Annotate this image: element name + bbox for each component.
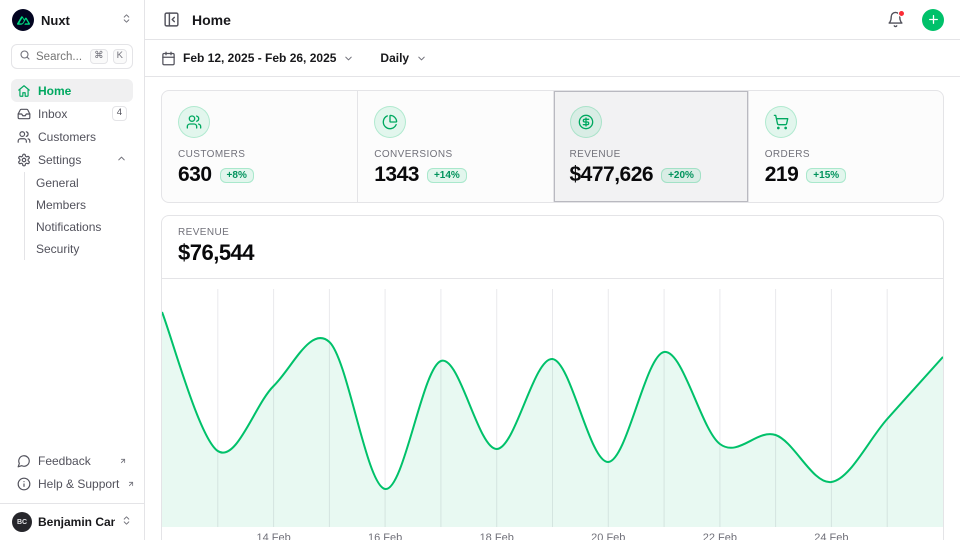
cart-icon xyxy=(773,114,789,130)
stat-label: CONVERSIONS xyxy=(374,149,536,160)
stat-delta-badge: +14% xyxy=(427,168,467,183)
users-icon xyxy=(17,130,31,144)
stats-row: CUSTOMERS 630 +8% CONVERSIONS 1343 +14% xyxy=(161,90,944,203)
sidebar-item-label: Customers xyxy=(38,130,127,144)
sidebar-item-customers[interactable]: Customers xyxy=(11,125,133,148)
chat-bubble-icon xyxy=(17,454,31,468)
svg-text:16 Feb: 16 Feb xyxy=(368,532,402,540)
page-title: Home xyxy=(192,12,875,28)
svg-text:18 Feb: 18 Feb xyxy=(480,532,514,540)
granularity-value: Daily xyxy=(380,51,409,65)
chart-value: $76,544 xyxy=(178,240,927,266)
sidebar-item-members[interactable]: Members xyxy=(34,194,133,216)
stat-label: CUSTOMERS xyxy=(178,149,341,160)
inbox-icon xyxy=(17,107,31,121)
plus-icon xyxy=(927,13,940,26)
users-icon xyxy=(186,114,202,130)
user-name: Benjamin Canac xyxy=(38,515,115,529)
kbd-cmd: ⌘ xyxy=(90,49,108,63)
stat-delta-badge: +20% xyxy=(661,168,701,183)
add-button[interactable] xyxy=(922,9,944,31)
stat-card-revenue[interactable]: REVENUE $477,626 +20% xyxy=(553,91,748,202)
sidebar-item-general[interactable]: General xyxy=(34,172,133,194)
main-area: Home Feb 12, 2025 - Feb 26, 2025 Daily xyxy=(145,0,960,540)
panel-left-close-icon xyxy=(163,11,180,28)
page-header: Home xyxy=(145,0,960,40)
stat-value: 1343 xyxy=(374,163,419,187)
chevron-down-icon xyxy=(343,53,354,64)
nuxt-logo-icon xyxy=(12,9,34,31)
dollar-circle-icon xyxy=(578,114,594,130)
stat-value: 219 xyxy=(765,163,799,187)
svg-text:20 Feb: 20 Feb xyxy=(591,532,625,540)
sidebar-item-label: Inbox xyxy=(38,107,105,121)
settings-subnav: General Members Notifications Security xyxy=(24,172,133,260)
chart-header: REVENUE $76,544 xyxy=(162,216,943,279)
sidebar-item-security[interactable]: Security xyxy=(34,238,133,260)
avatar: BC xyxy=(12,512,32,532)
stat-label: REVENUE xyxy=(570,149,732,160)
sidebar-item-notifications[interactable]: Notifications xyxy=(34,216,133,238)
user-menu[interactable]: BC Benjamin Canac xyxy=(0,503,144,540)
chevron-up-icon xyxy=(116,153,127,167)
stat-delta-badge: +8% xyxy=(220,168,254,183)
chevrons-up-down-icon xyxy=(121,513,132,531)
external-link-icon xyxy=(119,457,127,465)
search-input[interactable]: ⌘ K xyxy=(11,44,133,69)
collapse-sidebar-button[interactable] xyxy=(161,9,182,30)
svg-text:22 Feb: 22 Feb xyxy=(703,532,737,540)
chart-label: REVENUE xyxy=(178,227,927,238)
stat-card-conversions[interactable]: CONVERSIONS 1343 +14% xyxy=(357,91,552,202)
sidebar-nav: Home Inbox 4 Customers Settings General xyxy=(0,79,144,447)
sidebar-item-home[interactable]: Home xyxy=(11,79,133,102)
svg-text:24 Feb: 24 Feb xyxy=(814,532,848,540)
svg-text:14 Feb: 14 Feb xyxy=(256,532,290,540)
search-field[interactable] xyxy=(36,51,85,63)
sidebar-footer: Feedback Help & Support xyxy=(0,447,144,503)
workspace-switcher[interactable]: Nuxt xyxy=(0,0,144,38)
stat-value: $477,626 xyxy=(570,163,654,187)
stat-value: 630 xyxy=(178,163,212,187)
kbd-k: K xyxy=(113,49,127,63)
stat-delta-badge: +15% xyxy=(806,168,846,183)
date-range-value: Feb 12, 2025 - Feb 26, 2025 xyxy=(183,51,336,65)
app-root: Nuxt ⌘ K Home Inbox 4 xyxy=(0,0,960,540)
gear-icon xyxy=(17,153,31,167)
search-icon xyxy=(19,48,31,66)
stat-card-orders[interactable]: ORDERS 219 +15% xyxy=(748,91,943,202)
inbox-count-badge: 4 xyxy=(112,106,127,120)
home-icon xyxy=(17,84,31,98)
chevrons-up-down-icon xyxy=(121,11,132,29)
filters-toolbar: Feb 12, 2025 - Feb 26, 2025 Daily xyxy=(145,40,960,77)
sidebar-item-inbox[interactable]: Inbox 4 xyxy=(11,102,133,125)
notification-dot xyxy=(898,10,905,17)
workspace-name: Nuxt xyxy=(41,13,114,28)
sidebar-item-feedback[interactable]: Feedback xyxy=(11,449,133,472)
sidebar-item-label: Settings xyxy=(38,153,109,167)
date-range-picker[interactable]: Feb 12, 2025 - Feb 26, 2025 xyxy=(161,51,354,66)
granularity-select[interactable]: Daily xyxy=(380,51,427,65)
pie-chart-icon xyxy=(382,114,398,130)
revenue-area-chart[interactable]: 14 Feb 16 Feb 18 Feb 20 Feb 22 Feb 24 Feb xyxy=(162,279,943,540)
calendar-icon xyxy=(161,51,176,66)
notifications-button[interactable] xyxy=(885,9,906,30)
revenue-chart-card: REVENUE $76,544 14 Feb 16 Feb 18 Feb 20 Feb… xyxy=(161,215,944,540)
sidebar-item-label: Home xyxy=(38,84,127,98)
chevron-down-icon xyxy=(416,53,427,64)
stat-card-customers[interactable]: CUSTOMERS 630 +8% xyxy=(162,91,357,202)
content: CUSTOMERS 630 +8% CONVERSIONS 1343 +14% xyxy=(145,77,960,540)
external-link-icon xyxy=(127,480,135,488)
stat-label: ORDERS xyxy=(765,149,927,160)
sidebar: Nuxt ⌘ K Home Inbox 4 xyxy=(0,0,145,540)
info-icon xyxy=(17,477,31,491)
sidebar-item-settings[interactable]: Settings xyxy=(11,148,133,171)
sidebar-item-help-support[interactable]: Help & Support xyxy=(11,472,133,495)
